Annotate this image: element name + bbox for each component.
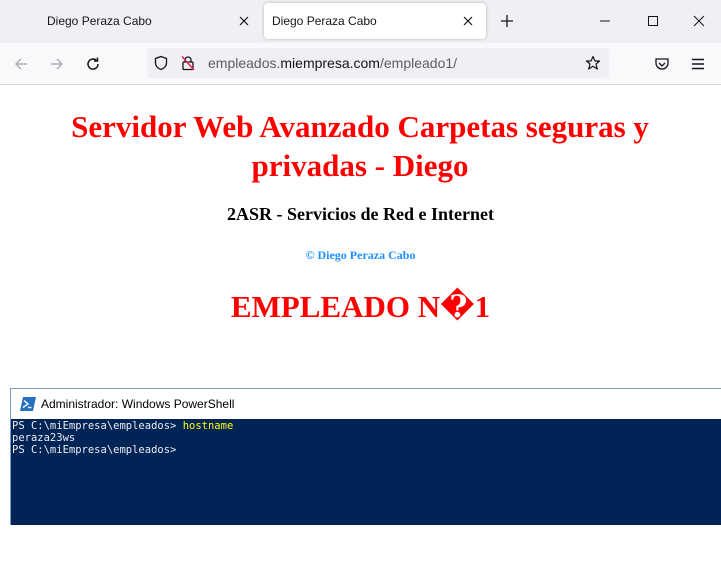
new-tab-plus-icon[interactable] xyxy=(495,9,519,33)
powershell-window[interactable]: Administrador: Windows PowerShell PS C:\… xyxy=(10,388,721,525)
powershell-window-title: Administrador: Windows PowerShell xyxy=(41,397,235,411)
tab-label: Diego Peraza Cabo xyxy=(47,14,152,28)
maximize-icon[interactable] xyxy=(638,8,668,34)
tab-close-icon[interactable] xyxy=(456,9,480,33)
console-command: hostname xyxy=(182,420,234,432)
console-line: PS C:\miEmpresa\empleados> hostname xyxy=(11,420,721,432)
tab-inactive[interactable]: Diego Peraza Cabo xyxy=(0,3,262,39)
shield-icon[interactable] xyxy=(152,54,170,72)
tab-label: Diego Peraza Cabo xyxy=(272,14,377,28)
tab-active[interactable]: Diego Peraza Cabo xyxy=(264,3,486,39)
page-subtitle: 2ASR - Servicios de Red e Internet xyxy=(227,204,494,224)
console-prompt: PS C:\miEmpresa\empleados> xyxy=(12,444,177,456)
url-host: miempresa.com xyxy=(280,55,380,71)
url-path: /empleado1/ xyxy=(379,55,458,71)
tab-bar: Diego Peraza Cabo Diego Peraza Cabo xyxy=(0,0,721,43)
url-text[interactable]: empleados.miempresa.com/empleado1/ xyxy=(208,55,457,71)
navigation-bar: empleados.miempresa.com/empleado1/ xyxy=(0,43,721,85)
window-close-icon[interactable] xyxy=(684,8,714,34)
powershell-icon xyxy=(20,397,36,411)
console-line: PS C:\miEmpresa\empleados> xyxy=(11,444,721,456)
page-title: Servidor Web Avanzado Carpetas seguras y… xyxy=(71,109,649,183)
reload-icon[interactable] xyxy=(79,50,107,78)
tab-close-icon[interactable] xyxy=(232,9,256,33)
powershell-titlebar[interactable]: Administrador: Windows PowerShell xyxy=(11,389,721,419)
console-prompt: PS C:\miEmpresa\empleados> xyxy=(12,420,183,432)
copyright-text: © Diego Peraza Cabo xyxy=(305,248,416,262)
employee-heading: EMPLEADO N�1 xyxy=(230,289,491,324)
pocket-icon[interactable] xyxy=(648,50,676,78)
back-arrow-icon[interactable] xyxy=(7,50,35,78)
powershell-console[interactable]: PS C:\miEmpresa\empleados> hostname pera… xyxy=(11,419,721,525)
console-line: peraza23ws xyxy=(11,432,721,444)
console-output: peraza23ws xyxy=(12,432,76,444)
url-subdomain: empleados. xyxy=(208,55,281,71)
forward-arrow-icon[interactable] xyxy=(43,50,71,78)
address-bar[interactable]: empleados.miempresa.com/empleado1/ xyxy=(147,48,609,78)
minimize-icon[interactable] xyxy=(590,8,620,34)
menu-hamburger-icon[interactable] xyxy=(684,50,712,78)
insecure-lock-icon[interactable] xyxy=(179,54,197,72)
bookmark-star-icon[interactable] xyxy=(584,54,602,72)
